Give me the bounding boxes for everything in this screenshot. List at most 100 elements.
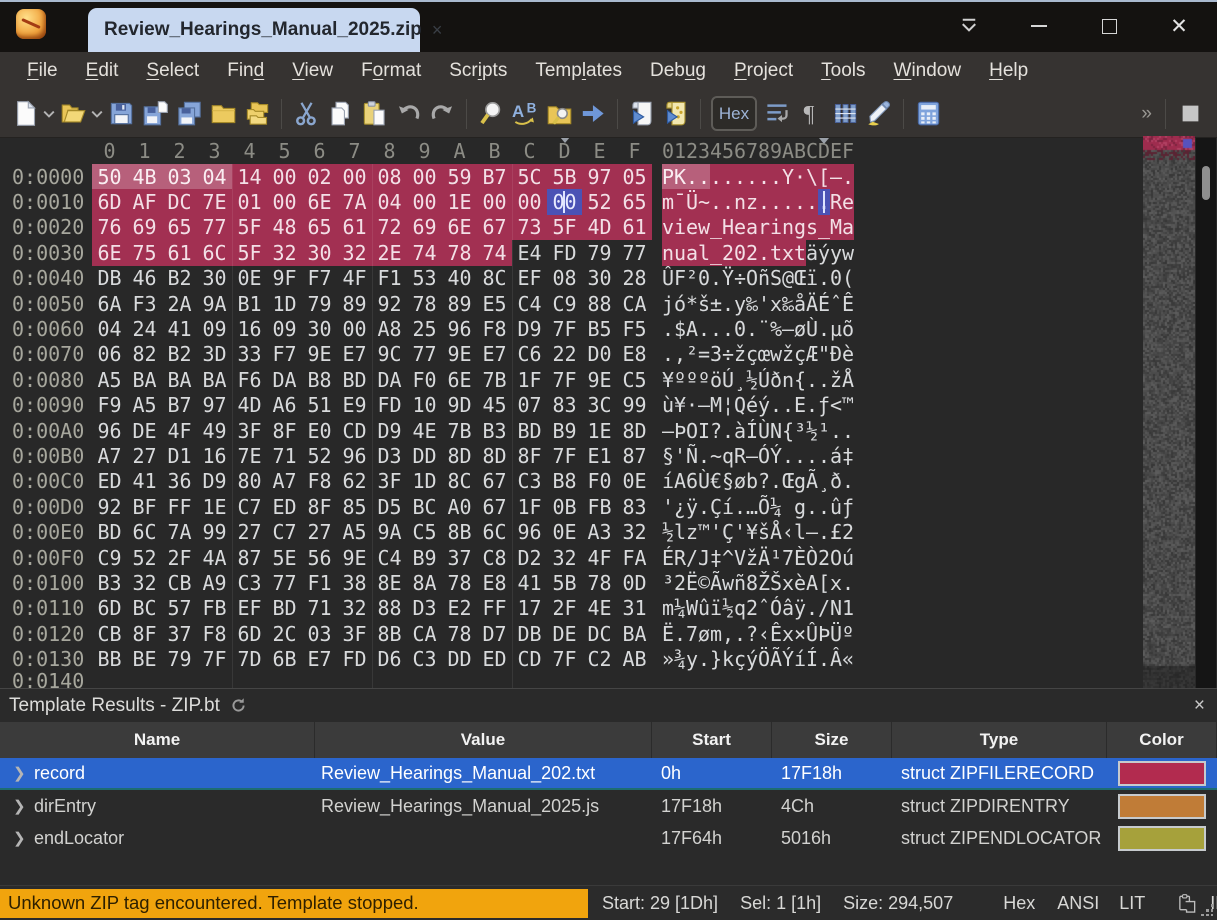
hex-byte-cell[interactable]: E2 (442, 596, 477, 621)
ascii-char-cell[interactable]: ? (710, 418, 722, 443)
status-start[interactable]: Start: 29 [1Dh] (602, 893, 718, 914)
hex-byte-cell[interactable]: 4A (197, 545, 232, 570)
hex-byte-cell[interactable]: 1D (267, 291, 302, 316)
hex-byte-cell[interactable]: 48 (267, 215, 302, 240)
toolbar-overflow[interactable]: » (1133, 103, 1158, 125)
ascii-char-cell[interactable]: · (794, 164, 806, 189)
hex-byte-cell[interactable]: 96 (512, 519, 547, 544)
hex-byte-cell[interactable]: 5E (267, 545, 302, 570)
hex-byte-cell[interactable]: 40 (442, 266, 477, 291)
ascii-char-cell[interactable]: ž (830, 367, 842, 392)
hex-byte-cell[interactable]: 41 (512, 570, 547, 595)
hex-byte-cell[interactable]: FB (582, 494, 617, 519)
hex-byte-cell[interactable]: 67 (477, 494, 512, 519)
hex-byte-cell[interactable]: 6A (92, 291, 127, 316)
hex-byte-cell[interactable]: 8E (372, 570, 407, 595)
hex-byte-cell[interactable]: 77 (267, 570, 302, 595)
highlight-icon[interactable] (862, 95, 896, 133)
hex-byte-cell[interactable]: F8 (302, 469, 337, 494)
ascii-char-cell[interactable]: ¼ (770, 494, 782, 519)
ascii-char-cell[interactable]: \ (806, 164, 818, 189)
ascii-char-cell[interactable]: ù (662, 393, 674, 418)
hex-byte-cell[interactable]: 7F (547, 443, 582, 468)
ascii-char-cell[interactable]: r (758, 215, 770, 240)
ascii-char-cell[interactable]: x (770, 291, 782, 316)
hex-byte-cell[interactable]: 09 (197, 316, 232, 341)
menu-debug[interactable]: Debug (636, 56, 720, 86)
ascii-char-cell[interactable]: / (818, 596, 830, 621)
hex-byte-cell[interactable]: 92 (372, 291, 407, 316)
hex-byte-cell[interactable]: 4F (337, 266, 372, 291)
hex-byte-cell[interactable]: D9 (512, 316, 547, 341)
ascii-char-cell[interactable]: . (758, 189, 770, 214)
ascii-char-cell[interactable]: N (770, 418, 782, 443)
ascii-char-cell[interactable]: . (722, 418, 734, 443)
ascii-char-cell[interactable]: Þ (818, 621, 830, 646)
column-header-type[interactable]: Type (892, 722, 1107, 758)
ascii-char-cell[interactable]: ð (830, 469, 842, 494)
clipboard-icon[interactable] (1177, 893, 1198, 914)
ascii-char-cell[interactable]: Ã (710, 570, 722, 595)
ascii-char-cell[interactable]: F (674, 266, 686, 291)
hex-byte-cell[interactable]: 96 (442, 316, 477, 341)
new-file-icon[interactable] (8, 95, 42, 133)
ascii-char-cell[interactable]: Ù (758, 418, 770, 443)
hex-byte-cell[interactable]: 6D (92, 189, 127, 214)
ascii-char-cell[interactable]: µ (830, 316, 842, 341)
paste-icon[interactable] (357, 95, 391, 133)
hex-byte-cell[interactable]: D5 (372, 494, 407, 519)
hex-byte-cell[interactable]: 3C (582, 393, 617, 418)
ascii-char-cell[interactable]: 2 (746, 596, 758, 621)
ascii-char-cell[interactable]: x (830, 570, 842, 595)
ascii-char-cell[interactable]: å (794, 291, 806, 316)
hex-byte-cell[interactable]: D3 (372, 443, 407, 468)
hex-byte-cell[interactable]: 6C (477, 519, 512, 544)
hex-byte-cell[interactable]: 08 (372, 164, 407, 189)
ascii-char-cell[interactable]: . (722, 291, 734, 316)
ascii-char-cell[interactable]: { (782, 418, 794, 443)
hex-byte-cell[interactable]: 9F (267, 266, 302, 291)
hex-byte-cell[interactable]: C5 (617, 367, 652, 392)
ascii-char-cell[interactable]: ï (806, 266, 818, 291)
hex-byte-cell[interactable]: B3 (477, 418, 512, 443)
expand-chevron-icon[interactable]: ❯ (13, 764, 26, 782)
menu-window[interactable]: Window (880, 56, 976, 86)
hex-byte-cell[interactable]: ED (477, 646, 512, 671)
ascii-char-cell[interactable]: Â (830, 646, 842, 671)
ascii-char-cell[interactable]: . (710, 164, 722, 189)
status-charset-toggle[interactable]: ANSI (1057, 893, 1099, 914)
ascii-char-cell[interactable]: P (662, 164, 674, 189)
ascii-char-cell[interactable]: Þ (674, 418, 686, 443)
hex-byte-cell[interactable]: 73 (512, 215, 547, 240)
ascii-char-cell[interactable]: ð (770, 367, 782, 392)
ascii-char-cell[interactable]: – (806, 519, 818, 544)
expand-chevron-icon[interactable]: ❯ (13, 829, 26, 847)
ascii-char-cell[interactable]: y (686, 646, 698, 671)
ascii-char-cell[interactable]: a (686, 240, 698, 265)
hex-byte-cell[interactable]: BD (512, 418, 547, 443)
ascii-char-cell[interactable]: ™ (698, 519, 710, 544)
new-file-dropdown-icon[interactable] (42, 95, 56, 133)
ascii-char-cell[interactable]: ö (710, 367, 722, 392)
ascii-char-cell[interactable]: . (782, 393, 794, 418)
hex-byte-cell[interactable]: BA (162, 367, 197, 392)
ascii-char-cell[interactable]: . (698, 443, 710, 468)
hex-byte-cell[interactable]: 8F (127, 621, 162, 646)
column-header-value[interactable]: Value (315, 722, 652, 758)
hex-byte-cell[interactable]: F3 (127, 291, 162, 316)
hex-byte-cell[interactable]: A9 (197, 570, 232, 595)
ascii-char-cell[interactable]: ² (686, 266, 698, 291)
hex-byte-cell[interactable]: ED (92, 469, 127, 494)
hex-byte-cell[interactable]: 7D (232, 646, 267, 671)
hex-byte-cell[interactable]: C9 (92, 545, 127, 570)
hex-byte-cell[interactable]: 30 (302, 316, 337, 341)
ascii-char-cell[interactable]: ¥ (662, 367, 674, 392)
color-swatch[interactable] (1118, 826, 1206, 851)
status-selection[interactable]: Sel: 1 [1h] (740, 893, 821, 914)
hex-byte-cell[interactable]: 38 (337, 570, 372, 595)
ascii-char-cell[interactable] (782, 494, 794, 519)
hex-byte-cell[interactable]: AB (617, 646, 652, 671)
ascii-char-cell[interactable]: . (842, 469, 854, 494)
ascii-char-cell[interactable]: Q (734, 393, 746, 418)
ascii-char-cell[interactable]: R (830, 189, 842, 214)
